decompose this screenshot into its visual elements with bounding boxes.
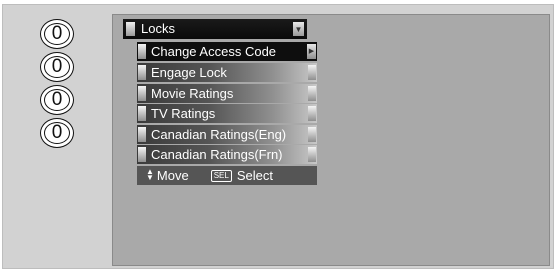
item-cap xyxy=(138,147,146,162)
item-cap xyxy=(138,127,146,142)
manual-page: 0 0 0 0 Locks ▼ Change Access Code ▶ Eng… xyxy=(0,0,560,273)
menu-title-bar[interactable]: Locks ▼ xyxy=(123,19,307,39)
item-cap xyxy=(138,44,146,59)
sel-key-icon: SEL xyxy=(210,169,232,182)
menu-item-change-access-code[interactable]: Change Access Code ▶ xyxy=(137,42,317,61)
move-label: Move xyxy=(156,168,189,183)
menu-item-canadian-ratings-eng[interactable]: Canadian Ratings(Eng) xyxy=(137,125,317,144)
triangle-right-icon: ▶ xyxy=(307,44,316,59)
item-cap xyxy=(308,65,316,80)
help-bar: ▲ ▼ Move SEL Select xyxy=(137,166,317,185)
triangle-down-icon[interactable]: ▼ xyxy=(293,22,304,36)
callout-circle: 0 xyxy=(40,19,74,49)
item-cap xyxy=(138,65,146,80)
menu-item-engage-lock[interactable]: Engage Lock xyxy=(137,63,317,82)
callout-number: 0 xyxy=(51,122,63,143)
title-cap xyxy=(126,22,135,36)
menu-item-label: Change Access Code xyxy=(151,44,277,59)
select-label: Select xyxy=(236,168,273,183)
menu-item-movie-ratings[interactable]: Movie Ratings xyxy=(137,84,317,103)
menu-item-label: Movie Ratings xyxy=(151,86,234,101)
callout-number: 0 xyxy=(51,89,63,110)
callout-circle: 0 xyxy=(40,85,74,115)
callout-column: 0 0 0 0 xyxy=(40,19,78,151)
menu-item-tv-ratings[interactable]: TV Ratings xyxy=(137,104,317,123)
up-down-arrows-icon: ▲ ▼ xyxy=(146,166,154,182)
callout-number: 0 xyxy=(51,23,63,44)
item-cap xyxy=(138,86,146,101)
callout-number: 0 xyxy=(51,56,63,77)
item-cap xyxy=(308,86,316,101)
menu-item-canadian-ratings-frn[interactable]: Canadian Ratings(Frn) xyxy=(137,145,317,164)
item-cap xyxy=(308,127,316,142)
menu-item-label: Engage Lock xyxy=(151,65,227,80)
callout-circle: 0 xyxy=(40,52,74,82)
menu-item-label: Canadian Ratings(Eng) xyxy=(151,127,287,142)
item-cap xyxy=(138,106,146,121)
menu-title: Locks xyxy=(141,21,175,36)
menu-item-label: Canadian Ratings(Frn) xyxy=(151,147,283,162)
item-cap xyxy=(308,106,316,121)
menu-item-label: TV Ratings xyxy=(151,106,216,121)
item-cap xyxy=(308,147,316,162)
callout-circle: 0 xyxy=(40,118,74,148)
